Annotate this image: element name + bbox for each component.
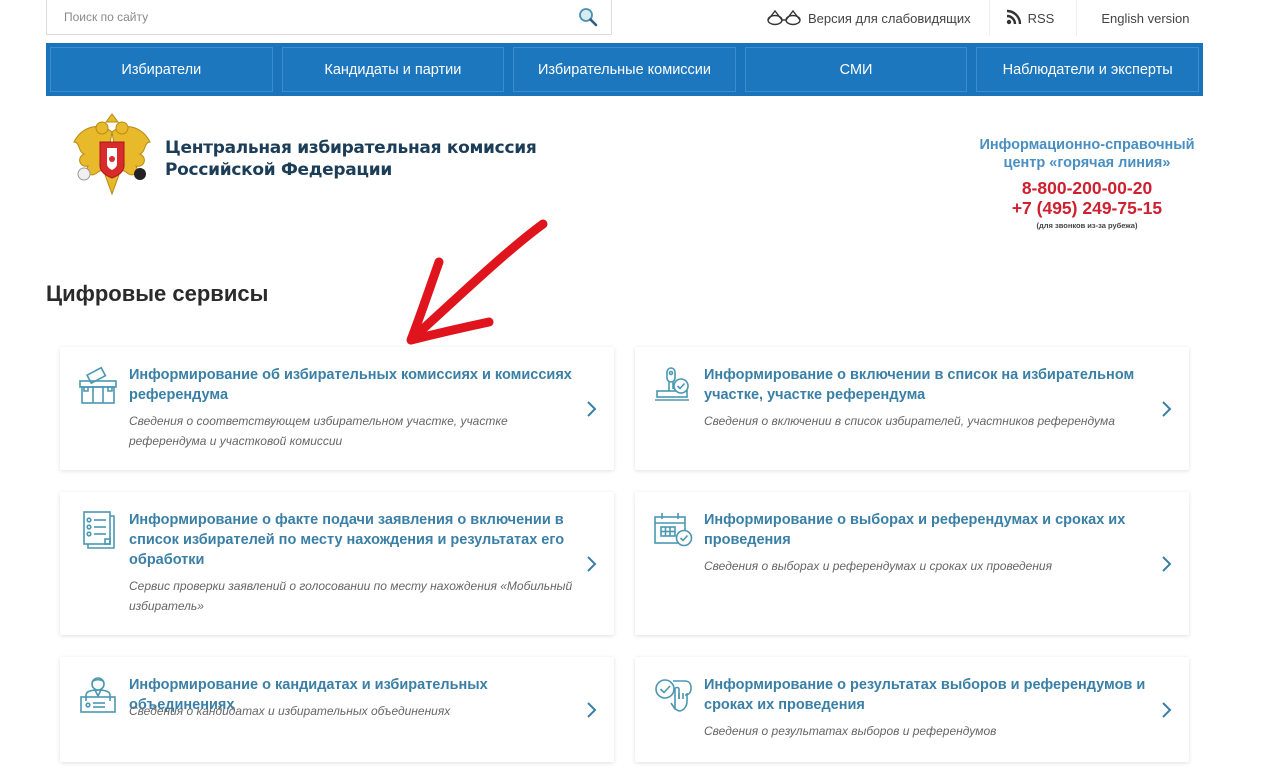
- card-title: Информирование о включении в список на и…: [704, 367, 1135, 403]
- nav-item-voters[interactable]: Избиратели: [50, 47, 273, 92]
- calendar-check-icon: [653, 510, 693, 550]
- glasses-icon: [766, 8, 802, 29]
- rss-icon: [1006, 9, 1022, 28]
- nav-item-candidates-parties[interactable]: Кандидаты и партии: [281, 47, 505, 92]
- chevron-right-icon: [586, 555, 598, 573]
- rss-link[interactable]: RSS: [988, 0, 1078, 36]
- top-links: Версия для слабовидящих RSS English vers…: [760, 0, 1190, 36]
- rss-label: RSS: [1027, 10, 1055, 26]
- chevron-right-icon: [1161, 701, 1173, 719]
- chevron-right-icon: [586, 701, 598, 719]
- hotline-phone-toll-free[interactable]: 8-800-200-00-20: [972, 178, 1202, 198]
- service-card-candidates[interactable]: Информирование о кандидатах и избиратель…: [60, 657, 614, 762]
- service-card-application-status[interactable]: Информирование о факте подачи заявления …: [60, 492, 614, 635]
- hotline-phone-international[interactable]: +7 (495) 249-75-15: [972, 198, 1202, 218]
- visually-impaired-link[interactable]: Версия для слабовидящих: [760, 0, 989, 36]
- ballot-box-icon: [78, 365, 118, 405]
- nav-item-media[interactable]: СМИ: [744, 47, 968, 92]
- main-nav: Избиратели Кандидаты и партии Избиратель…: [46, 43, 1203, 96]
- section-title: Цифровые сервисы: [46, 281, 269, 306]
- hotline-title-line1: Информационно-справочный: [979, 137, 1195, 153]
- card-description: Сервис проверки заявлений о голосовании …: [129, 579, 573, 613]
- card-title: Информирование о факте подачи заявления …: [129, 512, 565, 568]
- nav-item-election-commissions[interactable]: Избирательные комиссии: [513, 47, 736, 92]
- stamp-check-icon: [653, 365, 693, 405]
- hotline-info: Информационно-справочный центр «горячая …: [972, 136, 1202, 230]
- card-title: Информирование о результатах выборов и р…: [704, 677, 1146, 713]
- service-card-voter-list-inclusion[interactable]: Информирование о включении в список на и…: [635, 347, 1189, 470]
- hotline-note: (для звонков из-за рубежа): [1036, 221, 1138, 230]
- nav-item-observers-experts[interactable]: Наблюдатели и эксперты: [976, 47, 1199, 92]
- hotline-title-line2: центр «горячая линия»: [1003, 155, 1171, 171]
- search-icon[interactable]: [573, 2, 603, 32]
- candidate-icon: [78, 675, 118, 715]
- card-title: Информирование о выборах и референдумах …: [704, 512, 1126, 548]
- card-title: Информирование об избирательных комиссия…: [129, 367, 572, 403]
- english-version-label: English version: [1101, 10, 1190, 26]
- card-description: Сведения о включении в список избирателе…: [704, 414, 1115, 428]
- document-list-icon: [78, 510, 118, 550]
- card-description: Сведения о результатах выборов и референ…: [704, 724, 997, 738]
- card-description: Сведения о соответствующем избирательном…: [129, 414, 508, 448]
- site-search: [46, 0, 612, 35]
- annotation-arrow-icon: [406, 219, 548, 345]
- card-description: Сведения о кандидатах и избирательных об…: [129, 704, 451, 718]
- search-input[interactable]: [64, 10, 573, 24]
- organization-name: Центральная избирательная комиссия Росси…: [165, 137, 537, 181]
- service-card-election-results[interactable]: Информирование о результатах выборов и р…: [635, 657, 1189, 762]
- english-version-link[interactable]: English version: [1077, 0, 1189, 36]
- chevron-right-icon: [586, 400, 598, 418]
- service-card-commissions[interactable]: Информирование об избирательных комиссия…: [60, 347, 614, 470]
- chevron-right-icon: [1161, 555, 1173, 573]
- card-description: Сведения о выборах и референдумах и срок…: [704, 559, 1052, 573]
- coat-of-arms-logo[interactable]: [70, 112, 154, 198]
- service-card-elections-schedule[interactable]: Информирование о выборах и референдумах …: [635, 492, 1189, 635]
- check-hand-icon: [653, 675, 693, 715]
- org-name-line2: Российской Федерации: [165, 160, 392, 180]
- visually-impaired-label: Версия для слабовидящих: [808, 10, 971, 26]
- org-name-line1: Центральная избирательная комиссия: [165, 138, 537, 158]
- chevron-right-icon: [1161, 400, 1173, 418]
